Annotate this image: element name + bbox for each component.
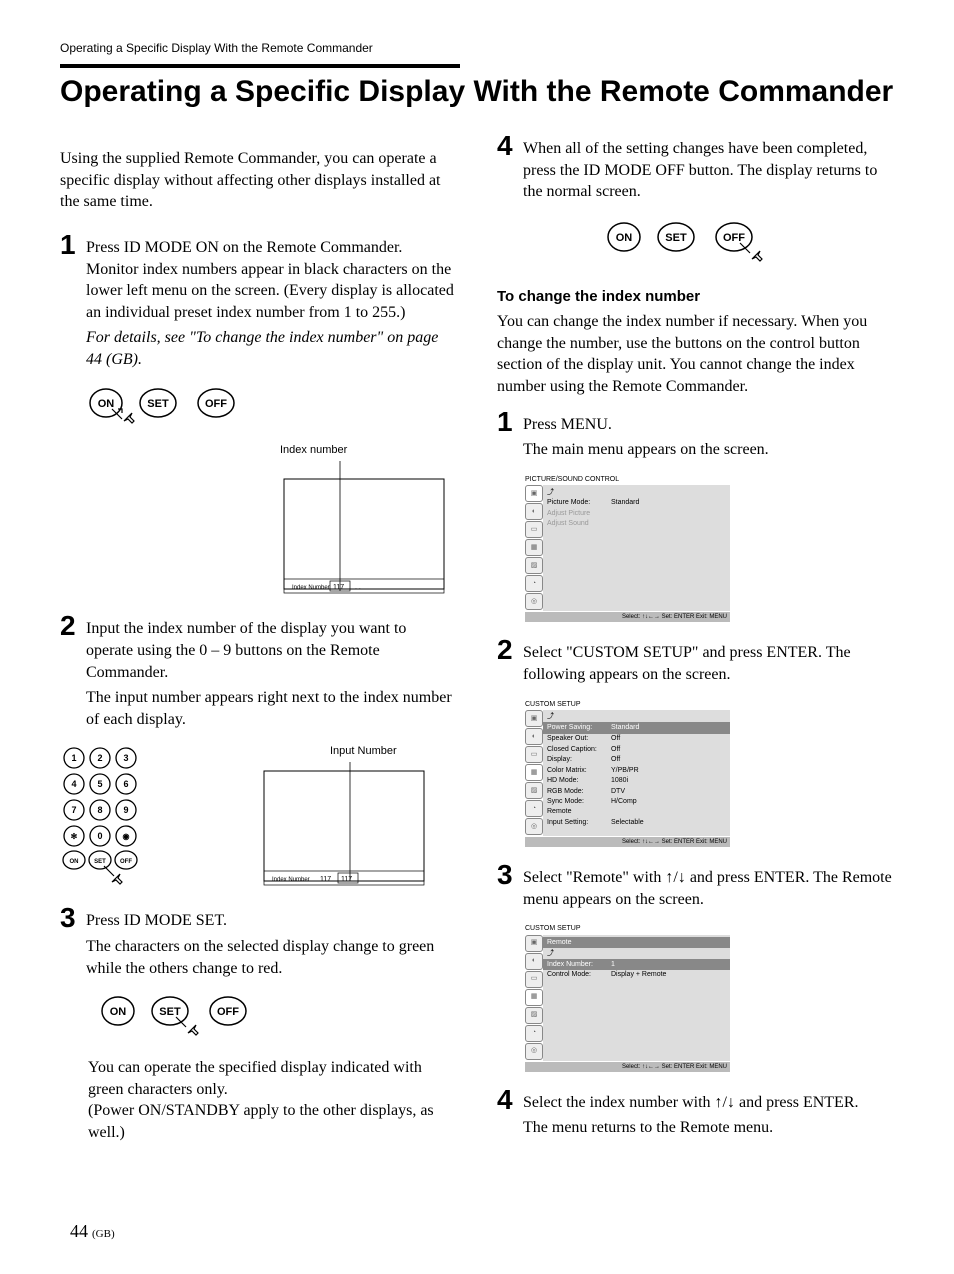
step-number: 4 [497, 1086, 523, 1114]
step-text: The main menu appears on the screen. [523, 439, 894, 461]
step-text: (Power ON/STANDBY apply to the other dis… [88, 1100, 457, 1143]
step-number: 2 [60, 612, 86, 640]
step-number: 1 [60, 231, 86, 259]
svg-text:OFF: OFF [120, 859, 132, 865]
svg-text:ON: ON [70, 859, 79, 865]
off-button-label: OFF [205, 398, 227, 410]
svg-text:7: 7 [71, 805, 76, 815]
step-text: Select "Remote" with ↑/↓ and press ENTER… [523, 867, 894, 910]
figure-on-set-off: ON SET OFF [100, 993, 457, 1043]
figure-on-set-off: ON SET OFF [606, 219, 786, 269]
svg-text:SET: SET [665, 232, 687, 244]
step-number: 3 [60, 904, 86, 932]
svg-text:Index Number: Index Number [272, 877, 310, 883]
running-header: Operating a Specific Display With the Re… [60, 40, 894, 56]
svg-text:3: 3 [123, 753, 128, 763]
svg-text:. .: . . [355, 584, 361, 591]
svg-text:SET: SET [159, 1006, 181, 1018]
step-number: 3 [497, 861, 523, 889]
cursor-icon [104, 866, 122, 884]
svg-text:◉: ◉ [123, 832, 130, 841]
cursor-icon [740, 243, 762, 261]
page-footer: 44 (GB) [70, 1219, 115, 1244]
step-text: The menu returns to the Remote menu. [523, 1117, 894, 1139]
index-number-caption: Index number [280, 443, 457, 458]
step-number: 1 [497, 408, 523, 436]
svg-text:✻: ✻ [71, 832, 78, 841]
svg-text:2: 2 [97, 753, 102, 763]
step-text: When all of the setting changes have bee… [523, 138, 894, 203]
menu-screenshot: CUSTOM SETUP ▣◐▭ ▦▨◔◎ ⤴ Power Saving:Sta… [525, 700, 730, 848]
cursor-icon [112, 409, 134, 423]
svg-text:117: 117 [333, 584, 344, 591]
svg-text:1: 1 [71, 753, 76, 763]
on-button-label: ON [98, 398, 115, 410]
svg-text:6: 6 [123, 779, 128, 789]
page-title: Operating a Specific Display With the Re… [60, 74, 894, 110]
svg-text:5: 5 [97, 779, 102, 789]
input-number-caption: Input Number [330, 744, 430, 759]
svg-text:ON: ON [615, 232, 632, 244]
step-text: The input number appears right next to t… [86, 687, 457, 730]
sub-intro: You can change the index number if neces… [497, 311, 894, 397]
title-rule [60, 64, 460, 68]
step-text: Press ID MODE SET. [86, 910, 457, 932]
svg-text:117: 117 [341, 876, 352, 883]
step-text: Input the index number of the display yo… [86, 618, 457, 683]
svg-text:117: 117 [320, 876, 331, 883]
keypad-figure: 1 2 3 4 5 6 7 8 9 ✻ 0 ◉ ON SET OFF [60, 744, 160, 904]
set-button-label: SET [147, 398, 169, 410]
figure-on-set-off: ON SET OFF [88, 385, 457, 429]
subheading: To change the index number [497, 287, 894, 307]
svg-text:OFF: OFF [217, 1006, 239, 1018]
step-number: 2 [497, 636, 523, 664]
step-text: You can operate the specified display in… [88, 1057, 457, 1100]
screen-diagram: Index Number 117 . . [280, 457, 450, 612]
intro-text: Using the supplied Remote Commander, you… [60, 148, 457, 213]
svg-text:9: 9 [123, 805, 128, 815]
screen-diagram: Index Number 117 117 [260, 759, 430, 904]
step-text: Press MENU. [523, 414, 894, 436]
step-text: Press ID MODE ON on the Remote Commander… [86, 237, 457, 323]
step-text: Select the index number with ↑/↓ and pre… [523, 1092, 894, 1114]
svg-text:0: 0 [97, 831, 102, 841]
svg-text:ON: ON [110, 1006, 127, 1018]
step-number: 4 [497, 132, 523, 160]
cursor-icon [176, 1017, 198, 1035]
step-note: For details, see "To change the index nu… [86, 327, 457, 370]
svg-text:SET: SET [94, 859, 106, 865]
svg-text:8: 8 [97, 805, 102, 815]
svg-text:OFF: OFF [723, 232, 745, 244]
menu-screenshot: CUSTOM SETUP ▣◐▭ ▦▨◔◎ Remote ⤴ Index Num… [525, 924, 730, 1072]
step-text: The characters on the selected display c… [86, 936, 457, 979]
step-text: Select "CUSTOM SETUP" and press ENTER. T… [523, 642, 894, 685]
svg-text:Index Number: Index Number [292, 585, 330, 591]
svg-text:4: 4 [71, 779, 76, 789]
menu-screenshot: PICTURE/SOUND CONTROL ▣◐▭ ▦▨◔◎ ⤴ Picture… [525, 475, 730, 623]
